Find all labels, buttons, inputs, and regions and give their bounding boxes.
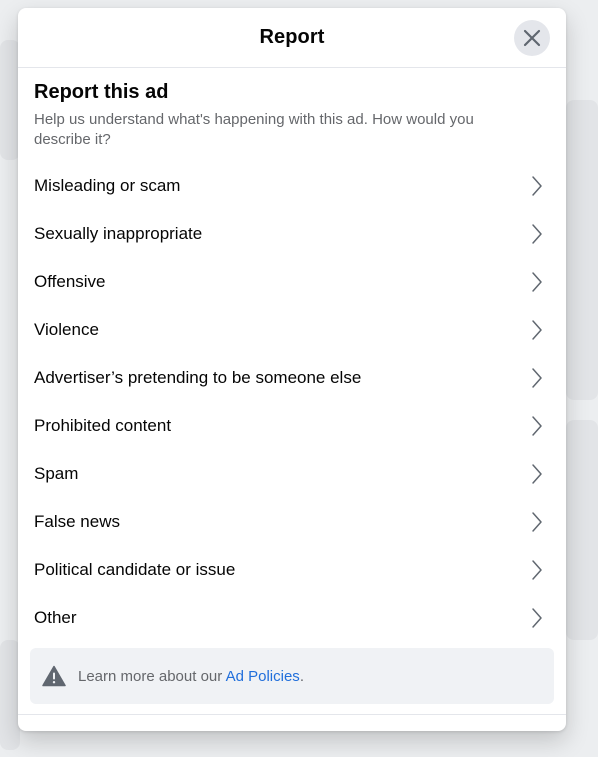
option-label: False news	[34, 512, 120, 531]
chevron-right-icon	[528, 511, 546, 533]
option-impersonation[interactable]: Advertiser’s pretending to be someone el…	[34, 354, 550, 402]
dialog-header: Report	[18, 8, 566, 68]
option-false-news[interactable]: False news	[34, 498, 550, 546]
option-violence[interactable]: Violence	[34, 306, 550, 354]
dialog-title: Report	[259, 26, 325, 48]
chevron-right-icon	[528, 223, 546, 245]
chevron-right-icon	[528, 559, 546, 581]
option-label: Political candidate or issue	[34, 560, 236, 579]
dialog-content: Report this ad Help us understand what's…	[18, 68, 566, 642]
option-offensive[interactable]: Offensive	[34, 258, 550, 306]
backdrop-card	[566, 420, 598, 640]
option-label: Offensive	[34, 272, 106, 291]
chevron-right-icon	[528, 367, 546, 389]
info-text-prefix: Learn more about our	[78, 667, 226, 685]
option-label: Sexually inappropriate	[34, 224, 203, 243]
option-label: Advertiser’s pretending to be someone el…	[34, 368, 362, 387]
ad-policies-info: Learn more about our Ad Policies.	[30, 648, 554, 704]
option-label: Other	[34, 608, 77, 627]
chevron-right-icon	[528, 607, 546, 629]
backdrop-card	[0, 640, 20, 750]
option-prohibited-content[interactable]: Prohibited content	[34, 402, 550, 450]
chevron-right-icon	[528, 271, 546, 293]
option-misleading-or-scam[interactable]: Misleading or scam	[34, 162, 550, 210]
info-text: Learn more about our Ad Policies.	[78, 668, 304, 685]
info-text-suffix: .	[299, 667, 304, 685]
chevron-right-icon	[528, 319, 546, 341]
close-button[interactable]	[514, 20, 550, 56]
option-label: Violence	[34, 320, 99, 339]
option-label: Prohibited content	[34, 416, 172, 435]
option-spam[interactable]: Spam	[34, 450, 550, 498]
option-other[interactable]: Other	[34, 594, 550, 642]
section-description: Help us understand what's happening with…	[34, 111, 474, 148]
chevron-right-icon	[528, 463, 546, 485]
backdrop-card	[566, 100, 598, 400]
section-title: Report this ad	[34, 81, 169, 103]
option-sexually-inappropriate[interactable]: Sexually inappropriate	[34, 210, 550, 258]
close-icon	[523, 29, 541, 47]
chevron-right-icon	[528, 415, 546, 437]
chevron-right-icon	[528, 175, 546, 197]
dialog-footer-divider	[18, 714, 566, 715]
ad-policies-link[interactable]: Ad Policies	[226, 668, 300, 685]
report-dialog: Report Report this ad Help us understand…	[18, 8, 566, 731]
option-political-candidate-or-issue[interactable]: Political candidate or issue	[34, 546, 550, 594]
warning-icon	[42, 665, 66, 687]
option-label: Misleading or scam	[34, 176, 181, 195]
backdrop-card	[0, 40, 20, 160]
option-label: Spam	[34, 464, 79, 483]
report-options-list: Misleading or scam Sexually inappropriat…	[34, 162, 550, 642]
